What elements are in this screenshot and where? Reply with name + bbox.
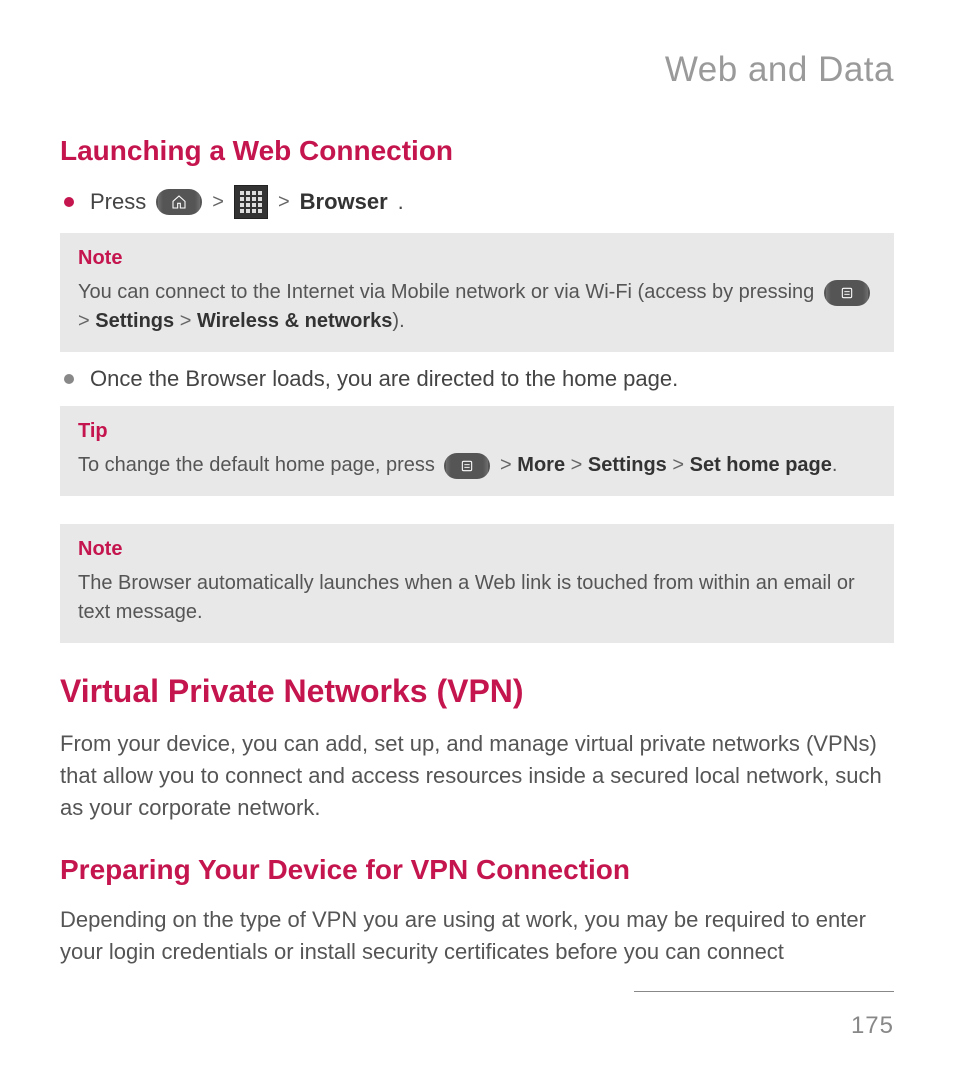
note-text-before: You can connect to the Internet via Mobi… (78, 281, 820, 303)
tip-box: Tip To change the default home page, pre… (60, 406, 894, 496)
home-key-icon (156, 189, 202, 215)
tip-body: To change the default home page, press >… (78, 451, 876, 480)
separator: > (500, 454, 512, 476)
section-heading-preparing: Preparing Your Device for VPN Connection (60, 854, 894, 886)
close-paren: ). (392, 310, 404, 332)
bullet-icon (64, 197, 74, 207)
bullet-press-browser: Press > > Browser. (64, 185, 894, 219)
menu-key-icon (444, 453, 490, 479)
apps-key-icon (234, 185, 268, 219)
tip-label: Tip (78, 420, 876, 443)
bullet-icon (64, 374, 74, 384)
more-label: More (517, 454, 565, 476)
settings-label: Settings (95, 310, 174, 332)
bullet-browser-loads: Once the Browser loads, you are directed… (64, 366, 894, 392)
menu-key-icon (824, 280, 870, 306)
note-box-1: Note You can connect to the Internet via… (60, 233, 894, 352)
footer-rule (634, 991, 894, 992)
separator: > (571, 454, 583, 476)
settings-label: Settings (588, 454, 667, 476)
note-label: Note (78, 538, 876, 561)
note-body: You can connect to the Internet via Mobi… (78, 278, 876, 336)
vpn-body: From your device, you can add, set up, a… (60, 728, 894, 824)
separator: > (78, 310, 90, 332)
browser-label: Browser (300, 189, 388, 215)
period: . (832, 454, 838, 476)
note-box-2: Note The Browser automatically launches … (60, 524, 894, 643)
bullet-text: Once the Browser loads, you are directed… (90, 366, 678, 392)
separator: > (180, 310, 192, 332)
wireless-label: Wireless & networks (197, 310, 392, 332)
separator: > (672, 454, 684, 476)
period: . (398, 189, 404, 215)
section-heading-vpn: Virtual Private Networks (VPN) (60, 673, 894, 710)
separator: > (212, 191, 224, 214)
note-body: The Browser automatically launches when … (78, 569, 876, 627)
page-footer: 175 (634, 991, 894, 1040)
separator: > (278, 191, 290, 214)
section-heading-launching: Launching a Web Connection (60, 135, 894, 167)
bullet-text-press: Press (90, 189, 146, 215)
page-number: 175 (634, 1012, 894, 1040)
tip-text-before: To change the default home page, press (78, 454, 440, 476)
chapter-title: Web and Data (60, 50, 894, 90)
note-label: Note (78, 247, 876, 270)
preparing-body: Depending on the type of VPN you are usi… (60, 904, 894, 968)
set-home-label: Set home page (690, 454, 832, 476)
